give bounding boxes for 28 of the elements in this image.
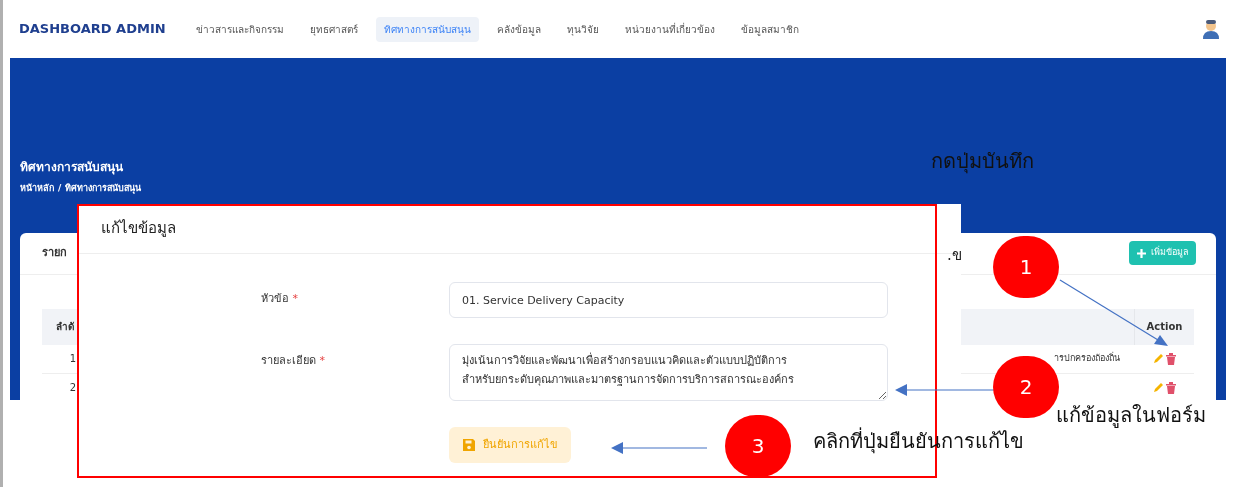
- table-cell-text: ารปกครองถ้องถิ่น: [1054, 351, 1120, 365]
- textarea-field[interactable]: มุ่งเน้นการวิจัยและพัฒนาเพื่อสร้างกรอบแนวคิดและตัวแบบปฏิบัติการ สำหรับยกระดับคุณภาพและมาตรฐานการจัดการบริการสถารณะองค์กร: [449, 344, 888, 401]
- nav-link[interactable]: ข้อมูลสมาชิก: [732, 16, 807, 42]
- annotation-text: กดปุ่มบันทึก: [931, 148, 1034, 176]
- breadcrumb-link[interactable]: หน้าหลัก: [20, 182, 54, 196]
- field-label: รายละเอียด *: [260, 353, 326, 369]
- row-number: 2: [68, 381, 77, 395]
- modal-title: แก้ไขข้อมูล: [101, 218, 176, 240]
- breadcrumb-current: ทิศทางการสนับสนุน: [65, 182, 142, 196]
- input-field[interactable]: 01. Service Delivery Capacity: [449, 282, 888, 318]
- nav-link[interactable]: คลังข้อมูล: [488, 16, 549, 42]
- nav-link[interactable]: ยุทธศาสตร์: [301, 16, 366, 42]
- field-label: หัวข้อ *: [260, 291, 299, 307]
- nav-link[interactable]: ข่าวสารและกิจกรรม: [187, 16, 292, 42]
- trash-icon[interactable]: [1165, 352, 1176, 365]
- breadcrumb-separator: /: [58, 182, 62, 195]
- nav-link[interactable]: ทุนวิจัย: [558, 16, 607, 42]
- user-avatar-icon[interactable]: [1200, 18, 1222, 40]
- row-number: 1: [68, 352, 77, 366]
- plus-icon: [1136, 247, 1147, 259]
- page-title: ทิศทางการสนับสนุน: [20, 159, 123, 176]
- card-title: รายก: [42, 244, 67, 261]
- annotation-text: แก้ข้อมูลในฟอร์ม: [1056, 402, 1206, 430]
- trash-icon[interactable]: [1165, 381, 1176, 394]
- nav-link[interactable]: หน่วยงานที่เกี่ยวข้อง: [616, 16, 723, 42]
- annotation-text: .ข: [947, 245, 962, 266]
- column-header: ลำดั: [55, 320, 75, 334]
- brand-title: DASHBOARD ADMIN: [19, 20, 166, 39]
